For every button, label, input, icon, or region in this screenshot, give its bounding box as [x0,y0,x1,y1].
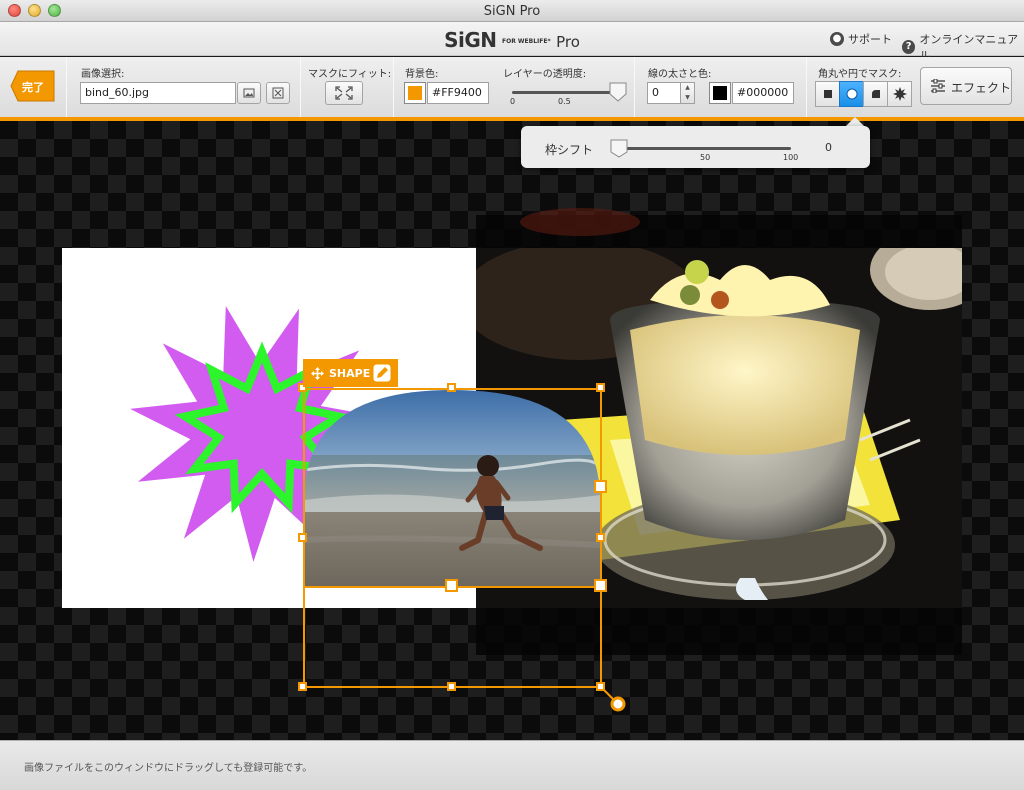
canvas-artwork [62,208,962,712]
resize-handle[interactable] [298,682,307,691]
frame-shift-value: 0 [825,141,832,154]
status-hint: 画像ファイルをこのウィンドウにドラッグしても登録可能です。 [24,763,313,774]
crop-handle[interactable] [445,579,458,592]
status-bar: 画像ファイルをこのウィンドウにドラッグしても登録可能です。 [0,740,1024,790]
beach-photo [304,390,600,587]
crop-handle[interactable] [594,579,607,592]
frame-shift-tick-mid: 50 [700,153,711,162]
frame-shift-slider-track[interactable] [613,147,791,150]
crop-handle[interactable] [594,480,607,493]
resize-handle[interactable] [596,533,605,542]
shape-tag[interactable]: SHAPE [303,359,398,387]
resize-handle[interactable] [447,383,456,392]
resize-handle[interactable] [596,682,605,691]
resize-handle[interactable] [298,533,307,542]
move-icon [311,367,324,380]
frame-shift-popover: 枠シフト 50 100 0 [521,126,870,168]
frame-shift-label: 枠シフト [545,143,594,157]
resize-handle[interactable] [447,682,456,691]
resize-handle[interactable] [596,383,605,392]
edit-icon[interactable] [373,364,391,382]
frame-shift-slider-thumb[interactable] [610,138,628,158]
frame-shift-tick-max: 100 [783,153,799,162]
rotate-handle[interactable] [610,696,626,712]
shape-tag-label: SHAPE [329,367,371,380]
